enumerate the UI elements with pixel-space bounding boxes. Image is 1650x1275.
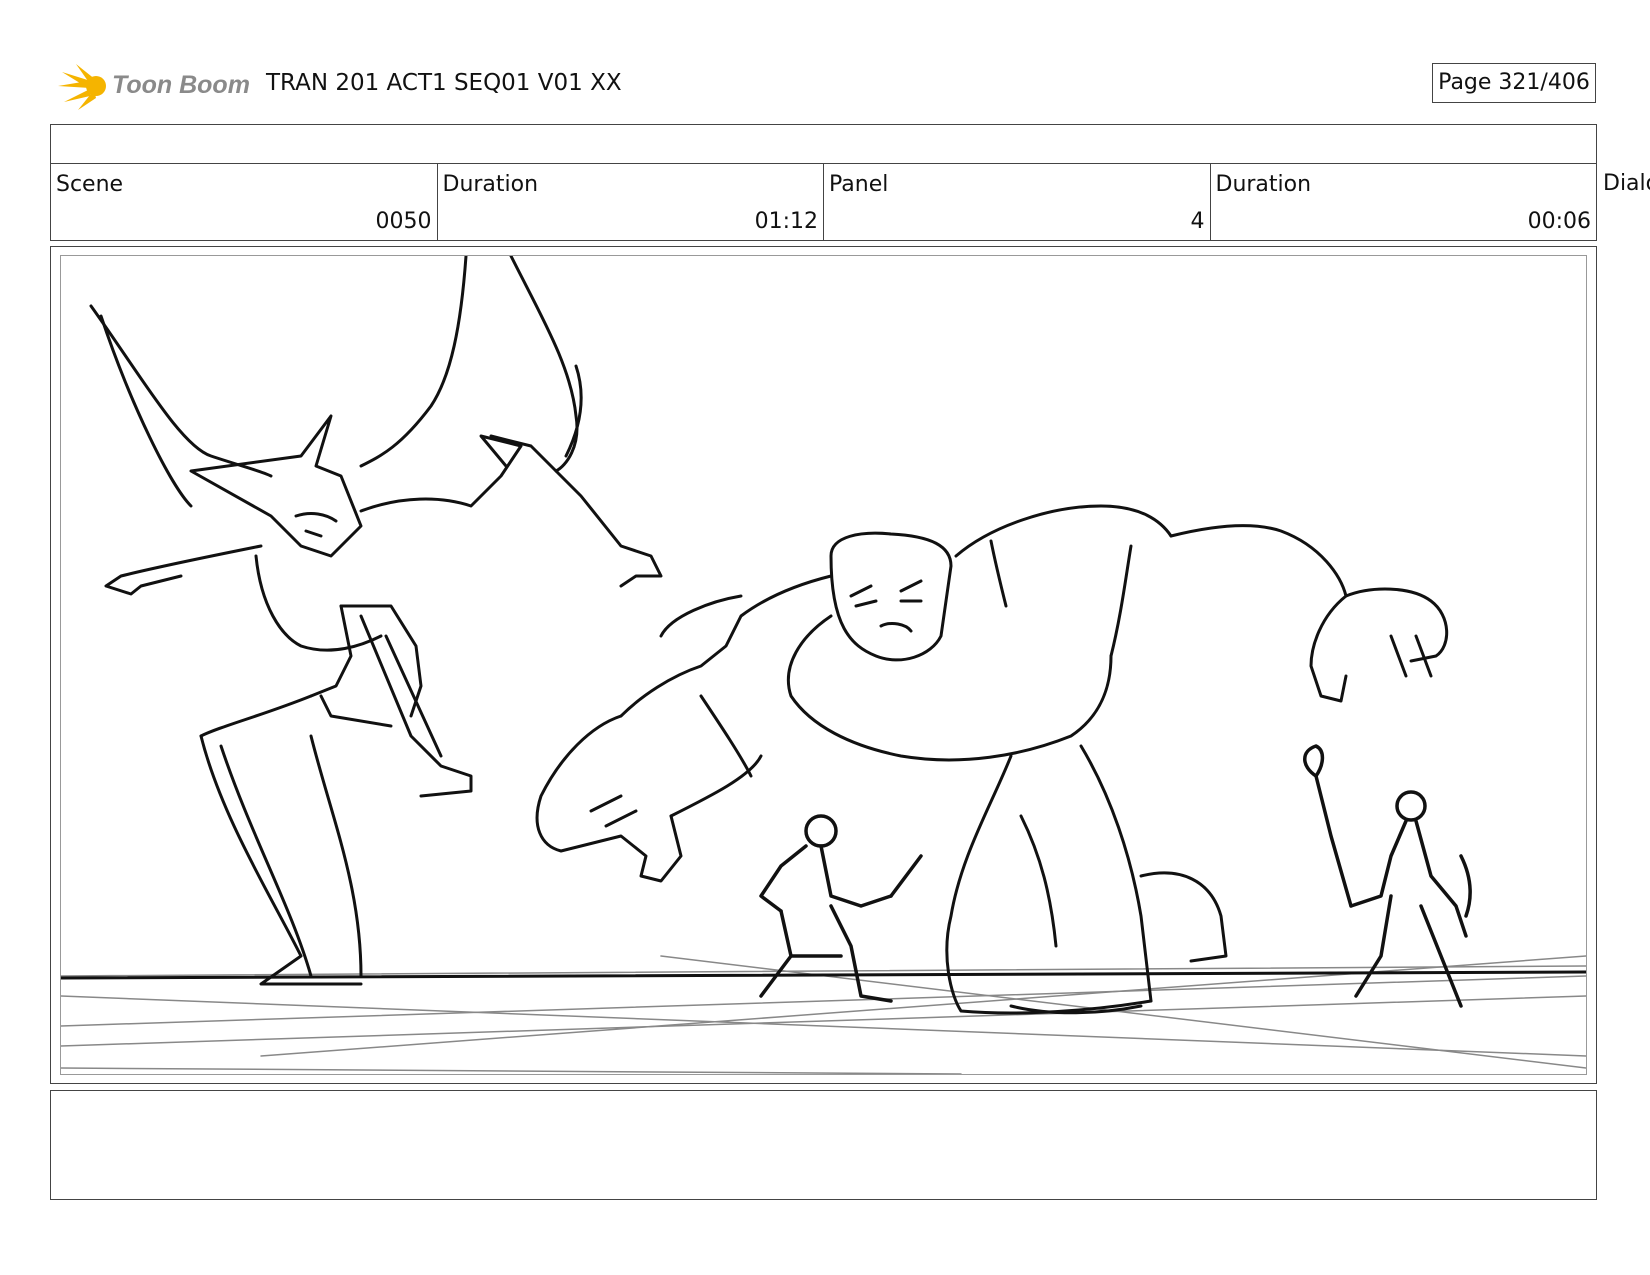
panel-duration-cell: Duration 00:06 bbox=[1211, 164, 1597, 240]
scene-duration-cell: Duration 01:12 bbox=[438, 164, 824, 240]
winged-villain-sketch bbox=[89, 256, 663, 986]
panel-label: Panel bbox=[829, 172, 889, 197]
scene-value: 0050 bbox=[375, 209, 432, 234]
storyboard-panel bbox=[50, 246, 1597, 1084]
page-indicator: Page 321/406 bbox=[1432, 63, 1596, 103]
brute-sketch bbox=[535, 504, 1449, 1015]
scene-cell: Scene 0050 bbox=[51, 164, 438, 240]
panel-duration-label: Duration bbox=[1215, 172, 1312, 197]
header-blank-row bbox=[50, 124, 1597, 164]
dialog-label: Dialo bbox=[1603, 171, 1650, 196]
scene-duration-label: Duration bbox=[442, 172, 539, 197]
panel-cell: Panel 4 bbox=[824, 164, 1211, 240]
panel-drawing-area bbox=[60, 255, 1587, 1075]
panel-value: 4 bbox=[1190, 209, 1205, 234]
scene-duration-value: 01:12 bbox=[754, 209, 818, 234]
info-row: Scene 0050 Duration 01:12 Panel 4 Durati… bbox=[50, 163, 1597, 241]
toon-boom-logo: Toon Boom bbox=[54, 58, 254, 114]
panel-duration-value: 00:06 bbox=[1527, 209, 1591, 234]
document-title: TRAN 201 ACT1 SEQ01 V01 XX bbox=[266, 70, 622, 96]
scene-label: Scene bbox=[56, 172, 124, 197]
logo-wordmark: Toon Boom bbox=[112, 71, 250, 99]
dialog-notes-box bbox=[50, 1090, 1597, 1200]
storyboard-sketch bbox=[61, 256, 1586, 1074]
